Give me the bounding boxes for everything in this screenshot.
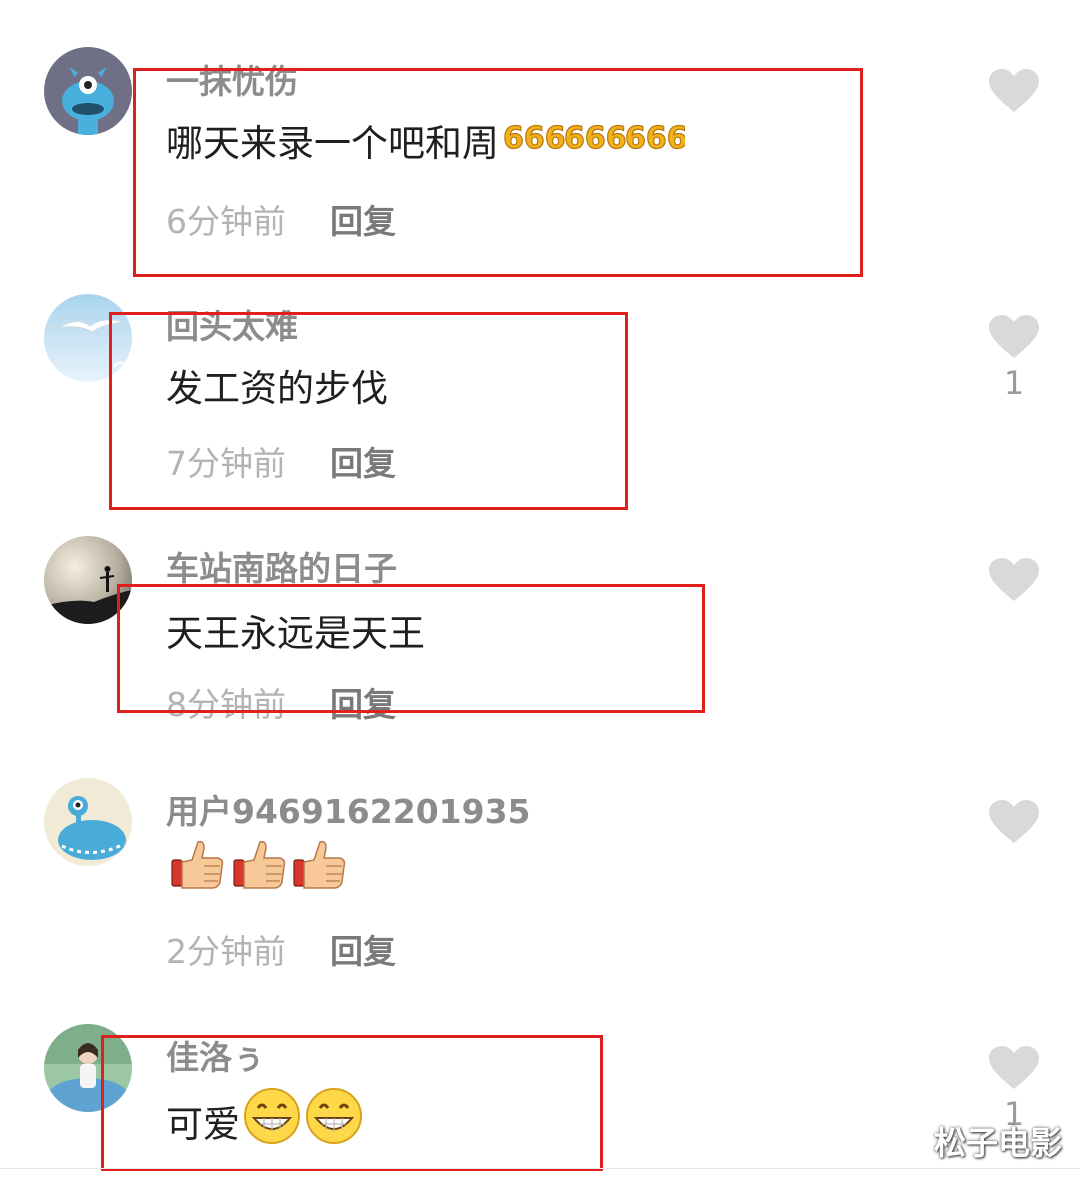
heart-icon [989,1046,1039,1089]
svg-text:666: 666 [564,121,627,156]
avatar[interactable] [44,536,132,624]
comment-username[interactable]: 一抹忧伤 [166,55,298,103]
comment-content: 可爱 [166,1086,366,1155]
comment-time: 2分钟前 [166,932,286,971]
comment-time: 8分钟前 [166,685,286,724]
comment-content: 哪天来录一个吧和周 666 666 666 [166,112,688,167]
like-button[interactable] [988,68,1040,118]
grinning-face-icon [242,1086,366,1155]
avatar[interactable] [44,778,132,866]
seagull-avatar-icon [44,294,132,382]
comment-username[interactable]: 佳洛ぅ [166,1031,265,1079]
heart-icon [989,315,1039,358]
avatar[interactable] [44,294,132,382]
like-button[interactable]: 1 [988,314,1040,402]
avatar[interactable] [44,1024,132,1112]
comment-username[interactable]: 用户9469162201935 [166,785,531,833]
comment-text: 可爱 [166,1102,240,1146]
heart-icon [989,558,1039,601]
monster-avatar-icon [44,47,132,135]
comment-content [166,838,348,903]
divider [0,1168,1080,1169]
comment-meta: 7分钟前 回复 [166,437,396,485]
sunset-avatar-icon [44,536,132,624]
avatar[interactable] [44,47,132,135]
monster-avatar-icon [44,778,132,866]
like-button[interactable] [988,799,1040,849]
comment-meta: 8分钟前 回复 [166,678,396,726]
comment-username[interactable]: 车站南路的日子 [166,542,397,590]
thumbs-up-icon [168,838,348,903]
like-button[interactable] [988,557,1040,607]
svg-text:666: 666 [625,121,685,156]
girl-photo-avatar-icon [44,1024,132,1112]
comment-meta: 6分钟前 回复 [166,195,396,243]
comment-text: 发工资的步伐 [166,367,388,410]
comment-text: 天王永远是天王 [166,612,425,655]
watermark-text: 松子电影 [933,1124,1062,1162]
like-count: 1 [1003,364,1025,402]
comment-content: 发工资的步伐 [166,358,388,412]
reply-button[interactable]: 回复 [330,685,396,724]
svg-text:666: 666 [503,121,566,156]
comment-text: 哪天来录一个吧和周 [166,121,499,165]
comment-username[interactable]: 回头太难 [166,300,298,348]
heart-icon [989,69,1039,112]
comment-meta: 2分钟前 回复 [166,925,396,973]
reply-button[interactable]: 回复 [330,444,396,483]
666-icon: 666 666 666 [501,112,688,167]
reply-button[interactable]: 回复 [330,932,396,971]
comment-content: 天王永远是天王 [166,603,425,657]
heart-icon [989,800,1039,843]
comment-time: 6分钟前 [166,202,286,241]
comment-list-page: 一抹忧伤 哪天来录一个吧和周 666 666 666 6分钟前 回复 回头太难 … [0,0,1080,1178]
reply-button[interactable]: 回复 [330,202,396,241]
comment-time: 7分钟前 [166,444,286,483]
